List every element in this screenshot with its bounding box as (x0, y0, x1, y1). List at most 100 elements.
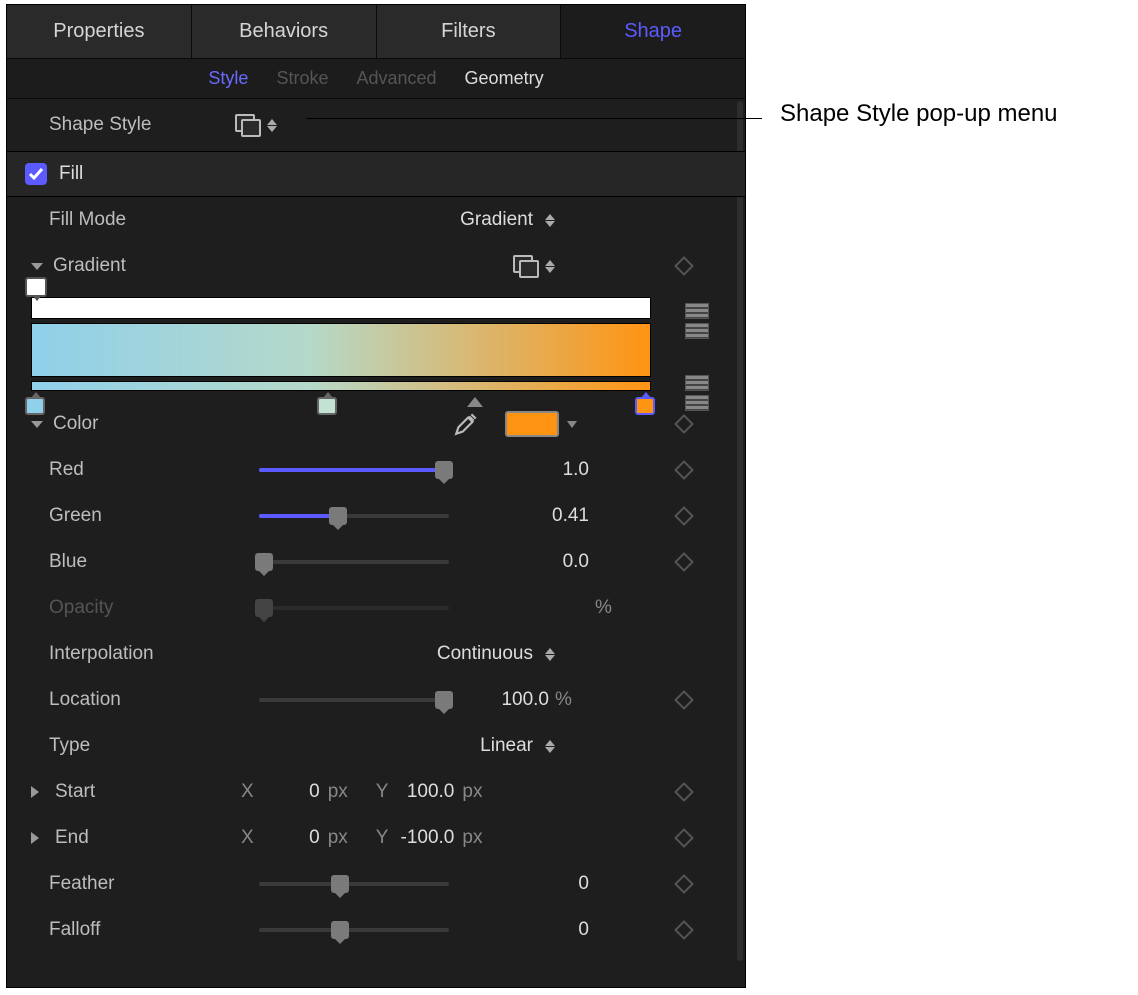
stepper-icon (545, 209, 557, 231)
tab-filters[interactable]: Filters (377, 5, 562, 58)
shape-style-popup[interactable] (235, 114, 279, 136)
row-interpolation: Interpolation Continuous (25, 631, 727, 677)
preset-icon (513, 255, 539, 277)
fill-checkbox[interactable] (25, 163, 47, 185)
opacity-stop-handle[interactable] (25, 277, 47, 297)
start-xy[interactable]: X0px Y100.0px (241, 781, 490, 803)
row-color: Color (25, 401, 727, 447)
stepper-icon (545, 735, 557, 757)
start-y-value[interactable]: 100.0 (396, 781, 454, 803)
fill-mode-popup[interactable]: Gradient (235, 209, 727, 231)
eyedropper-icon[interactable] (453, 411, 479, 437)
blue-value[interactable]: 0.0 (509, 551, 589, 573)
feather-value[interactable]: 0 (509, 873, 589, 895)
color-swatch-popup[interactable] (505, 411, 577, 437)
keyframe-icon[interactable] (674, 460, 694, 480)
end-xy[interactable]: X0px Y-100.0px (241, 827, 490, 849)
start-disclose[interactable] (31, 786, 45, 798)
unit-px: px (328, 827, 356, 849)
row-falloff: Falloff 0 (25, 907, 727, 953)
stepper-icon (545, 255, 557, 277)
fill-label: Fill (59, 163, 83, 185)
red-slider[interactable] (259, 468, 449, 472)
feather-slider[interactable] (259, 882, 449, 886)
shape-subtabs: Style Stroke Advanced Geometry (7, 59, 745, 99)
unit-px: px (462, 827, 490, 849)
keyframe-icon[interactable] (674, 874, 694, 894)
subtab-geometry[interactable]: Geometry (465, 68, 544, 89)
row-location: Location 100.0 % (25, 677, 727, 723)
gradient-preset-popup[interactable] (126, 255, 727, 277)
tab-behaviors[interactable]: Behaviors (192, 5, 377, 58)
feather-label: Feather (49, 873, 259, 895)
row-end: End X0px Y-100.0px (25, 815, 727, 861)
end-label: End (55, 827, 241, 849)
color-disclose[interactable] (31, 421, 43, 428)
row-type: Type Linear (25, 723, 727, 769)
subtab-style[interactable]: Style (208, 68, 248, 89)
fill-mode-value: Gradient (460, 209, 533, 231)
callout-text: Shape Style pop-up menu (780, 100, 1058, 128)
falloff-slider[interactable] (259, 928, 449, 932)
tab-shape[interactable]: Shape (561, 5, 745, 58)
blue-label: Blue (49, 551, 259, 573)
row-green: Green 0.41 (25, 493, 727, 539)
keyframe-icon[interactable] (674, 920, 694, 940)
keyframe-icon[interactable] (674, 506, 694, 526)
chevron-down-icon (567, 421, 577, 428)
gradient-disclose[interactable] (31, 263, 43, 270)
row-fill: Fill (7, 151, 745, 197)
subtab-stroke[interactable]: Stroke (276, 68, 328, 89)
location-unit: % (555, 689, 589, 711)
type-label: Type (49, 735, 259, 757)
row-opacity: Opacity % (25, 585, 727, 631)
opacity-label: Opacity (49, 597, 259, 619)
start-x-value[interactable]: 0 (262, 781, 320, 803)
color-swatch (505, 411, 559, 437)
green-label: Green (49, 505, 259, 527)
falloff-label: Falloff (49, 919, 259, 941)
end-disclose[interactable] (31, 832, 45, 844)
type-value: Linear (480, 735, 533, 757)
green-slider[interactable] (259, 514, 449, 518)
row-start: Start X0px Y100.0px (25, 769, 727, 815)
tab-properties[interactable]: Properties (7, 5, 192, 58)
inspector-panel: Properties Behaviors Filters Shape Style… (6, 4, 746, 988)
location-value[interactable]: 100.0 (469, 689, 549, 711)
location-slider[interactable] (259, 698, 449, 702)
callout-line (306, 118, 762, 119)
keyframe-icon[interactable] (674, 690, 694, 710)
unit-px: px (462, 781, 490, 803)
row-blue: Blue 0.0 (25, 539, 727, 585)
preset-icon (235, 114, 261, 136)
opacity-slider (259, 606, 449, 610)
row-feather: Feather 0 (25, 861, 727, 907)
end-x-value[interactable]: 0 (262, 827, 320, 849)
gradient-bar[interactable] (31, 323, 651, 377)
interpolation-popup[interactable]: Continuous (259, 643, 727, 665)
falloff-value[interactable]: 0 (509, 919, 589, 941)
interpolation-label: Interpolation (49, 643, 259, 665)
keyframe-icon[interactable] (674, 782, 694, 802)
keyframe-icon[interactable] (674, 828, 694, 848)
red-label: Red (49, 459, 259, 481)
blue-slider[interactable] (259, 560, 449, 564)
location-label: Location (49, 689, 259, 711)
opacity-unit: % (595, 597, 629, 619)
fill-mode-label: Fill Mode (25, 209, 235, 231)
red-value[interactable]: 1.0 (509, 459, 589, 481)
gradient-editor[interactable] (25, 297, 727, 391)
gradient-label: Gradient (53, 255, 126, 277)
type-popup[interactable]: Linear (259, 735, 727, 757)
opacity-bar[interactable] (31, 297, 651, 319)
start-label: Start (55, 781, 241, 803)
row-shape-style: Shape Style (25, 99, 727, 151)
green-value[interactable]: 0.41 (509, 505, 589, 527)
stepper-icon (545, 643, 557, 665)
end-y-value[interactable]: -100.0 (396, 827, 454, 849)
keyframe-icon[interactable] (674, 552, 694, 572)
inspector-tabs: Properties Behaviors Filters Shape (7, 5, 745, 59)
subtab-advanced[interactable]: Advanced (356, 68, 436, 89)
distribute-opacity-icons[interactable] (685, 303, 709, 339)
scrollbar[interactable] (737, 101, 743, 961)
